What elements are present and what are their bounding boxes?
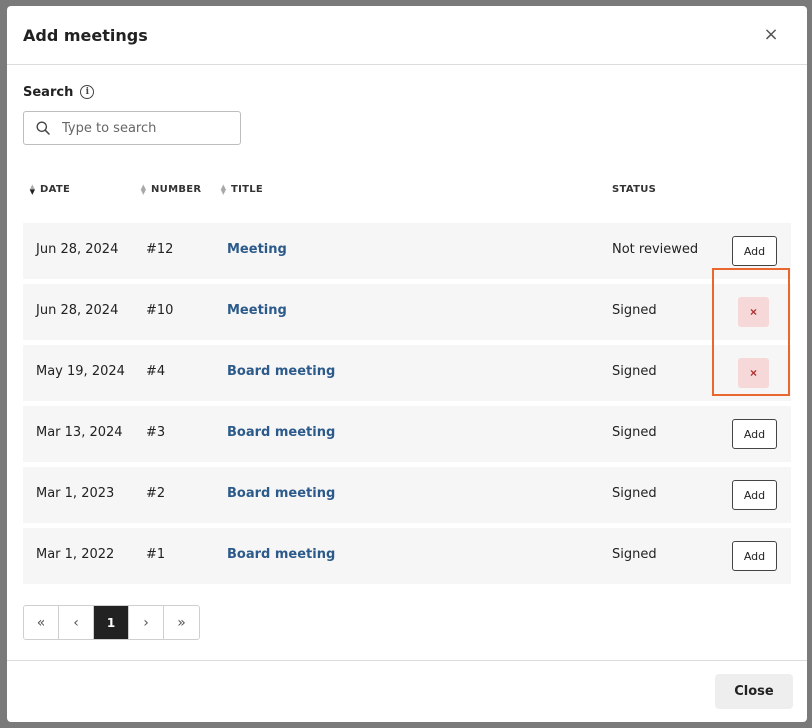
- first-page-icon[interactable]: «: [24, 606, 59, 639]
- dialog-body: Search i ▲▼ DATE ▲▼ NUMBER ▲▼ TITLE ST: [7, 83, 807, 640]
- row-title-link[interactable]: Board meeting: [227, 547, 335, 562]
- page-1-button[interactable]: 1: [94, 606, 129, 639]
- table-row: Mar 13, 2024 #3 Board meeting Signed Add: [23, 406, 791, 462]
- row-number: #2: [146, 486, 166, 501]
- search-input[interactable]: [62, 120, 222, 136]
- column-header-date[interactable]: ▲ ▼ DATE: [29, 182, 71, 196]
- search-label-row: Search i: [23, 83, 791, 101]
- row-date: Jun 28, 2024: [36, 303, 119, 318]
- row-number: #1: [146, 547, 166, 562]
- row-status: Signed: [612, 425, 657, 440]
- remove-icon[interactable]: ×: [738, 297, 769, 327]
- row-status: Signed: [612, 364, 657, 379]
- info-icon[interactable]: i: [80, 85, 95, 99]
- row-status: Signed: [612, 486, 657, 501]
- add-button[interactable]: Add: [732, 541, 777, 571]
- column-header-number-label: NUMBER: [151, 184, 202, 195]
- row-number: #4: [146, 364, 166, 379]
- row-date: Jun 28, 2024: [36, 242, 119, 257]
- dialog-title: Add meetings: [23, 25, 148, 45]
- close-button[interactable]: Close: [715, 674, 793, 709]
- add-button[interactable]: Add: [732, 419, 777, 449]
- add-button[interactable]: Add: [732, 236, 777, 266]
- column-header-status-label: STATUS: [612, 184, 657, 195]
- row-title-link[interactable]: Meeting: [227, 242, 287, 257]
- table-row: Jun 28, 2024 #12 Meeting Not reviewed Ad…: [23, 223, 791, 279]
- table-row: Jun 28, 2024 #10 Meeting Signed ×: [23, 284, 791, 340]
- add-button[interactable]: Add: [732, 480, 777, 510]
- column-header-number[interactable]: ▲ ▼ NUMBER: [140, 182, 202, 196]
- column-header-title[interactable]: ▲ ▼ TITLE: [220, 182, 264, 196]
- row-status: Signed: [612, 303, 657, 318]
- row-status: Signed: [612, 547, 657, 562]
- column-header-status: STATUS: [612, 184, 656, 195]
- table-header: ▲ ▼ DATE ▲ ▼ NUMBER ▲ ▼ TITLE STATUS: [23, 176, 791, 206]
- meetings-table-body: Jun 28, 2024 #12 Meeting Not reviewed Ad…: [23, 223, 791, 584]
- row-number: #3: [146, 425, 166, 440]
- row-date: May 19, 2024: [36, 364, 125, 379]
- last-page-icon[interactable]: »: [164, 606, 199, 639]
- close-icon[interactable]: ×: [761, 24, 781, 45]
- row-date: Mar 1, 2023: [36, 486, 115, 501]
- row-status: Not reviewed: [612, 242, 699, 257]
- column-header-title-label: TITLE: [231, 184, 264, 195]
- table-row: May 19, 2024 #4 Board meeting Signed ×: [23, 345, 791, 401]
- table-row: Mar 1, 2022 #1 Board meeting Signed Add: [23, 528, 791, 584]
- row-title-link[interactable]: Meeting: [227, 303, 287, 318]
- add-meetings-dialog: Add meetings × Search i ▲▼ DATE ▲▼ NUMBE…: [7, 6, 807, 722]
- sort-icon: ▲ ▼: [29, 182, 36, 196]
- row-title-link[interactable]: Board meeting: [227, 364, 335, 379]
- prev-page-icon[interactable]: ‹: [59, 606, 94, 639]
- pagination: « ‹ 1 › »: [23, 605, 200, 640]
- column-header-date-label: DATE: [40, 184, 71, 195]
- row-title-link[interactable]: Board meeting: [227, 486, 335, 501]
- next-page-icon[interactable]: ›: [129, 606, 164, 639]
- remove-icon[interactable]: ×: [738, 358, 769, 388]
- row-date: Mar 13, 2024: [36, 425, 123, 440]
- search-icon: [36, 121, 50, 135]
- dialog-footer: Close: [7, 660, 807, 722]
- dialog-header: Add meetings ×: [7, 6, 807, 65]
- sort-icon: ▲ ▼: [140, 182, 147, 196]
- table-row: Mar 1, 2023 #2 Board meeting Signed Add: [23, 467, 791, 523]
- row-number: #12: [146, 242, 174, 257]
- row-number: #10: [146, 303, 174, 318]
- row-title-link[interactable]: Board meeting: [227, 425, 335, 440]
- search-field[interactable]: [23, 111, 241, 145]
- row-date: Mar 1, 2022: [36, 547, 115, 562]
- search-label: Search: [23, 84, 74, 100]
- sort-icon: ▲ ▼: [220, 182, 227, 196]
